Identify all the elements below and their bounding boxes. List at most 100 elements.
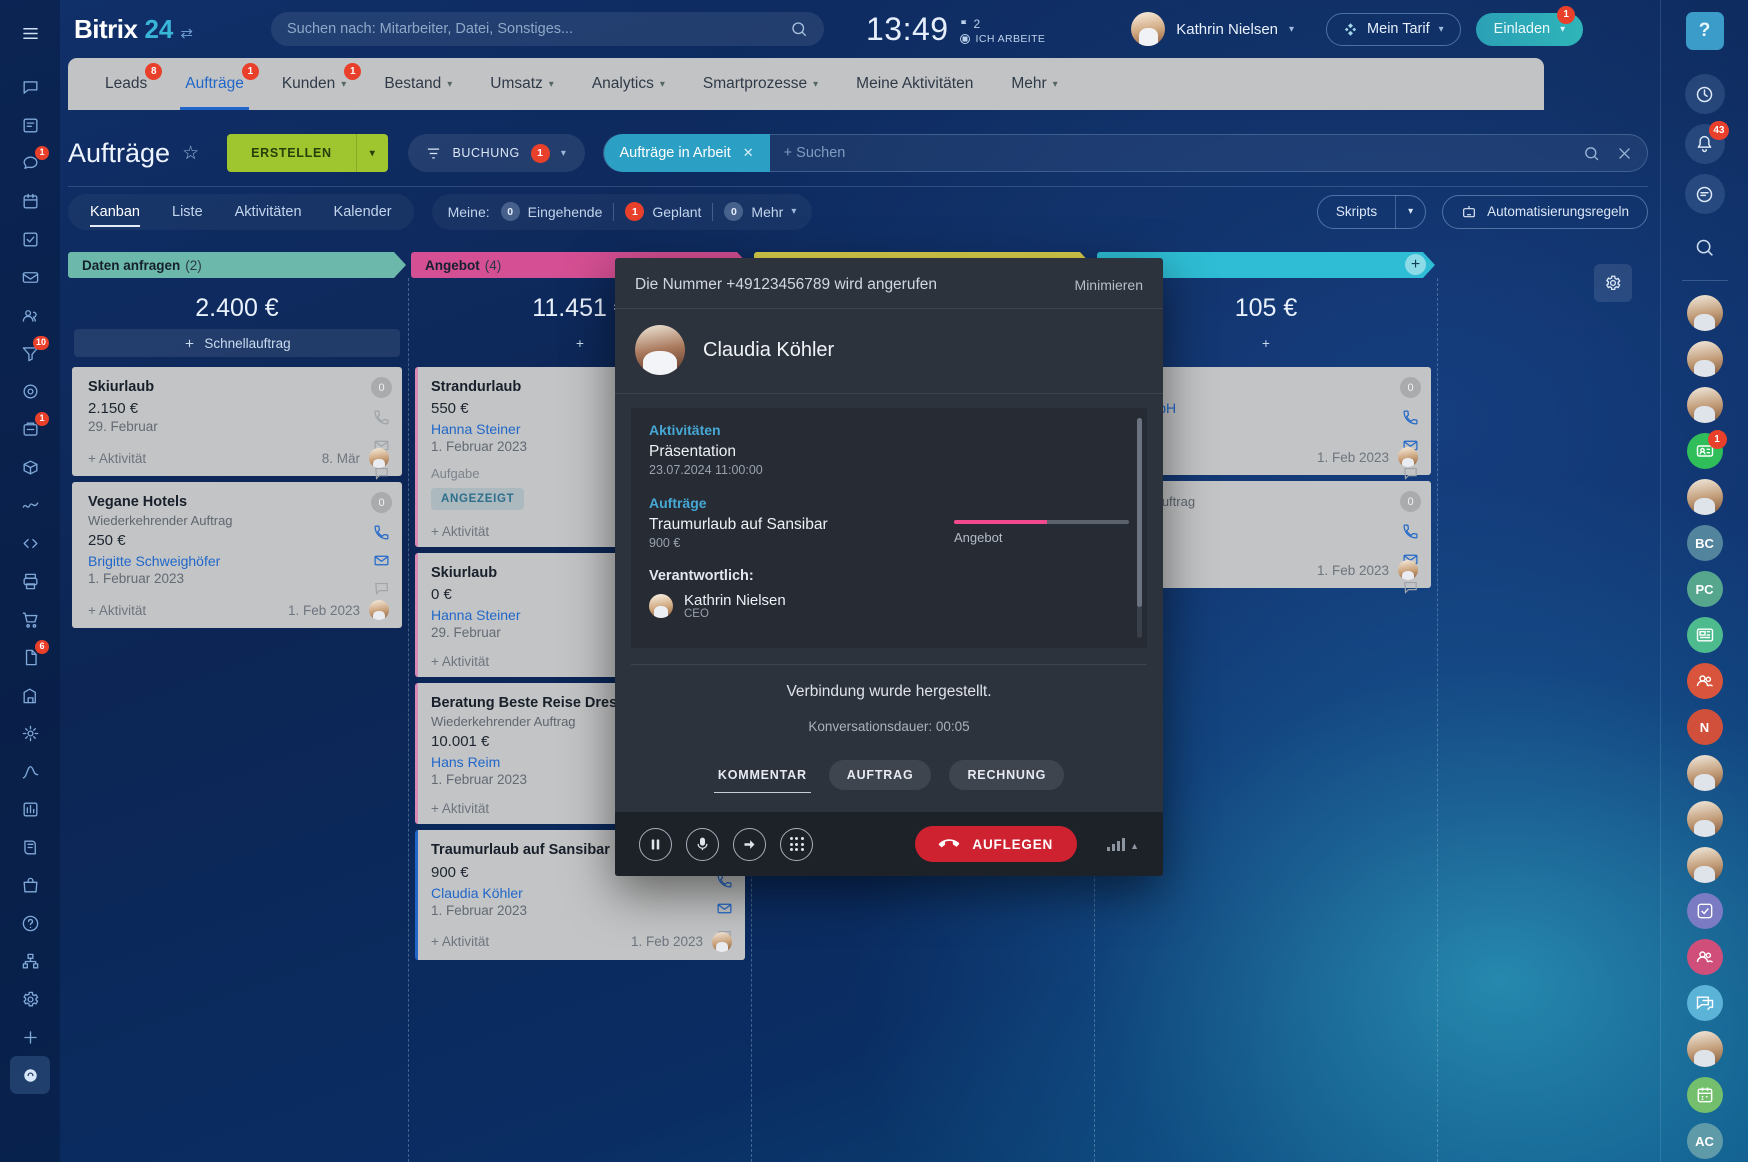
chevron-down-icon[interactable]: ▾: [1560, 24, 1565, 35]
meine-item-eingehende[interactable]: 0Eingehende: [501, 202, 603, 221]
knowledge-icon[interactable]: [10, 828, 50, 866]
automation-icon[interactable]: [10, 714, 50, 752]
feed-icon[interactable]: [10, 106, 50, 144]
add-activity-button[interactable]: + Aktivität: [88, 451, 146, 466]
comment-icon[interactable]: [1402, 465, 1419, 482]
add-activity-button[interactable]: + Aktivität: [88, 603, 146, 618]
company-icon[interactable]: [10, 676, 50, 714]
avatar[interactable]: [369, 448, 389, 468]
inventory-icon[interactable]: [10, 448, 50, 486]
chevron-down-icon[interactable]: ▾: [1289, 24, 1294, 35]
calendar-icon[interactable]: [1687, 1077, 1723, 1113]
hangup-button[interactable]: AUFLEGEN: [915, 826, 1077, 862]
crm-funnel-icon[interactable]: 10: [10, 334, 50, 372]
call-action-rechnung[interactable]: RECHNUNG: [949, 760, 1064, 790]
gear-icon[interactable]: [1594, 264, 1632, 302]
help-circle-icon[interactable]: [10, 904, 50, 942]
phone-icon[interactable]: [373, 524, 390, 541]
call-details-panel[interactable]: Aktivitäten Präsentation 23.07.2024 11:0…: [631, 408, 1147, 648]
avatar-initials[interactable]: AC: [1687, 1123, 1723, 1159]
plus-icon[interactable]: [10, 1018, 50, 1056]
filter-button[interactable]: BUCHUNG 1 ▾: [408, 134, 584, 172]
chat-list-icon[interactable]: [1685, 174, 1725, 214]
tasks-icon[interactable]: [10, 220, 50, 258]
close-icon[interactable]: ✕: [743, 145, 754, 161]
card-person[interactable]: Brigitte Schweighöfer: [88, 553, 389, 569]
microphone-icon[interactable]: [686, 828, 719, 861]
target-icon[interactable]: [10, 372, 50, 410]
automation-button[interactable]: Automatisierungsregeln: [1442, 195, 1648, 229]
chevron-down-icon[interactable]: ▾: [341, 79, 346, 90]
avatar[interactable]: [1687, 1031, 1723, 1067]
activity-title[interactable]: Präsentation: [649, 443, 1129, 461]
minimize-button[interactable]: Minimieren: [1075, 277, 1143, 293]
chevron-down-icon[interactable]: ▾: [1053, 79, 1058, 90]
work-indicator[interactable]: ICH ARBEITE: [959, 33, 1046, 45]
filter-search-field[interactable]: Aufträge in Arbeit ✕ + Suchen: [603, 134, 1648, 172]
code-icon[interactable]: [10, 524, 50, 562]
nav-item-analytics[interactable]: Analytics▾: [573, 58, 684, 110]
pause-icon[interactable]: [639, 828, 672, 861]
chat-bubble-icon[interactable]: [10, 68, 50, 106]
work-status[interactable]: 2 ICH ARBEITE: [959, 13, 1046, 45]
view-tabs[interactable]: KanbanListeAktivitätenKalender: [68, 194, 414, 230]
add-card-icon[interactable]: +: [1405, 254, 1426, 275]
group-icon[interactable]: [1687, 663, 1723, 699]
chevron-down-icon[interactable]: ▾: [660, 79, 665, 90]
market-icon[interactable]: [10, 866, 50, 904]
meine-filters[interactable]: Meine: 0Eingehende1Geplant0Mehr▾: [432, 194, 813, 230]
tab-kalender[interactable]: Kalender: [318, 194, 408, 230]
settings-gear-icon[interactable]: [10, 980, 50, 1018]
nav-item-aufträge[interactable]: Aufträge1: [166, 58, 263, 110]
chevron-down-icon[interactable]: ▾: [447, 79, 452, 90]
right-sidebar[interactable]: ? 43 1BCPCNAC: [1660, 0, 1748, 1162]
deal-title[interactable]: Traumurlaub auf Sansibar: [649, 516, 828, 534]
invite-button[interactable]: Einladen ▾ 1: [1476, 13, 1583, 46]
switch-icon[interactable]: ⇄: [180, 24, 193, 42]
tab-aktivitäten[interactable]: Aktivitäten: [219, 194, 318, 230]
nav-item-smartprozesse[interactable]: Smartprozesse▾: [684, 58, 837, 110]
phone-icon[interactable]: [373, 409, 390, 426]
sales-icon[interactable]: 1: [10, 410, 50, 448]
avatar[interactable]: [1687, 847, 1723, 883]
avatar[interactable]: [1687, 387, 1723, 423]
add-activity-button[interactable]: + Aktivität: [431, 654, 489, 669]
chevron-down-icon[interactable]: ▾: [561, 148, 567, 159]
avatar-initials[interactable]: PC: [1687, 571, 1723, 607]
avatar[interactable]: [369, 600, 389, 620]
chevron-down-icon[interactable]: ▾: [1439, 24, 1444, 35]
avatar[interactable]: [1398, 447, 1418, 467]
logo[interactable]: Bitrix 24 ⇄: [74, 14, 193, 45]
flag-counter[interactable]: 2: [959, 17, 1046, 31]
phone-icon[interactable]: [1402, 409, 1419, 426]
avatar[interactable]: [1687, 479, 1723, 515]
pulse-icon[interactable]: [1685, 74, 1725, 114]
search-icon[interactable]: [1694, 237, 1715, 263]
avatar[interactable]: [1687, 801, 1723, 837]
help-icon[interactable]: ?: [1686, 12, 1724, 50]
scrollbar[interactable]: [1137, 418, 1142, 638]
nav-item-umsatz[interactable]: Umsatz▾: [471, 58, 573, 110]
chevron-down-icon[interactable]: ▾: [549, 79, 554, 90]
chevron-down-icon[interactable]: ▾: [813, 79, 818, 90]
comment-icon[interactable]: [373, 580, 390, 597]
comment-icon[interactable]: [1402, 579, 1419, 596]
group-icon[interactable]: [1687, 939, 1723, 975]
hamburger-menu-icon[interactable]: [10, 14, 50, 52]
sitemap-icon[interactable]: [10, 942, 50, 980]
bell-icon[interactable]: 43: [1685, 124, 1725, 164]
nav-item-meine-aktivitäten[interactable]: Meine Aktivitäten: [837, 58, 992, 110]
avatar-initials[interactable]: BC: [1687, 525, 1723, 561]
mail-icon[interactable]: [373, 552, 390, 569]
skripts-button[interactable]: Skripts ▾: [1317, 195, 1426, 229]
avatar[interactable]: [1131, 12, 1165, 46]
user-menu[interactable]: Kathrin Nielsen ▾: [1131, 12, 1294, 46]
call-action-kommentar[interactable]: KOMMENTAR: [714, 760, 811, 790]
meine-item-mehr[interactable]: 0Mehr▾: [724, 202, 796, 221]
global-search[interactable]: [271, 12, 824, 46]
sign-icon[interactable]: [10, 752, 50, 790]
contacts-icon[interactable]: [10, 296, 50, 334]
close-icon[interactable]: [1616, 145, 1633, 162]
signal-icon[interactable]: ▲: [1107, 838, 1139, 851]
create-button[interactable]: ERSTELLEN ▾: [227, 134, 388, 172]
